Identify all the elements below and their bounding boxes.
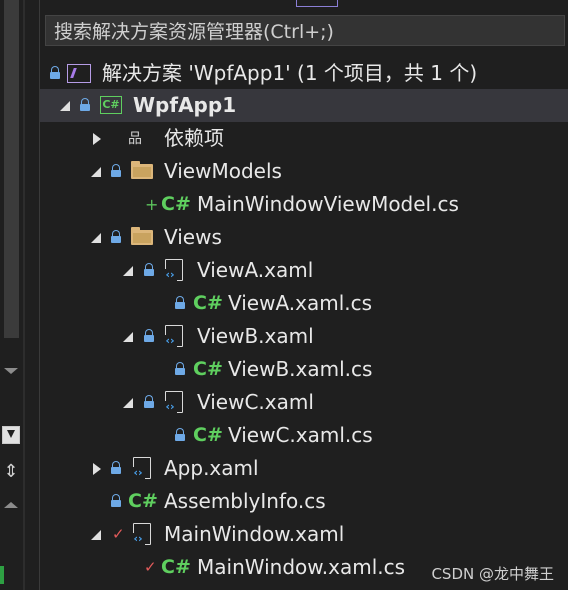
tree-item-solution[interactable]: 解决方案 'WpfApp1' (1 个项目，共 1 个) <box>40 57 568 90</box>
folder-icon <box>131 227 153 245</box>
expand-arrow-icon[interactable] <box>90 231 104 245</box>
lock-icon <box>175 428 185 441</box>
tree-item-file-app[interactable]: App.xaml <box>40 452 568 485</box>
tree-item-label: 依赖项 <box>164 126 224 150</box>
scrollbar-track[interactable] <box>4 0 19 338</box>
expand-arrow-icon[interactable] <box>122 396 136 410</box>
expand-arrow-icon[interactable] <box>90 132 104 146</box>
tree-item-label: ViewModels <box>164 159 282 183</box>
scroll-down-icon[interactable] <box>4 368 18 374</box>
xaml-file-icon <box>163 391 183 413</box>
collapse-box-icon[interactable] <box>2 426 20 444</box>
change-marker <box>0 566 4 584</box>
tree-item-label: ViewB.xaml <box>197 324 314 348</box>
tree-item-label: MainWindow.xaml <box>164 522 345 546</box>
tree-item-label: MainWindowViewModel.cs <box>197 192 459 216</box>
watermark: CSDN @龙中舞王 <box>431 565 554 583</box>
lock-icon <box>111 494 121 507</box>
csharp-file-icon: C# <box>161 193 191 215</box>
csharp-file-icon: C# <box>161 556 191 578</box>
tree-item-file-viewa-cs[interactable]: C# ViewA.xaml.cs <box>40 287 568 320</box>
tree-item-file-mainwindow[interactable]: ✓ MainWindow.xaml <box>40 518 568 551</box>
tree-item-folder-viewmodels[interactable]: ViewModels <box>40 155 568 188</box>
lock-icon <box>111 461 121 474</box>
added-icon: + <box>145 195 159 214</box>
tree-item-file-viewa[interactable]: ViewA.xaml <box>40 254 568 287</box>
tree-item-project[interactable]: C# WpfApp1 <box>40 89 568 122</box>
expand-arrow-icon[interactable] <box>90 462 104 476</box>
tree-item-file-viewb-cs[interactable]: C# ViewB.xaml.cs <box>40 353 568 386</box>
tree-item-label: 解决方案 'WpfApp1' (1 个项目，共 1 个) <box>102 61 478 85</box>
xaml-file-icon <box>131 457 151 479</box>
dependencies-icon: 品 <box>128 131 142 147</box>
lock-icon <box>111 230 121 243</box>
tree-item-file-viewc-cs[interactable]: C# ViewC.xaml.cs <box>40 419 568 452</box>
tree-item-folder-views[interactable]: Views <box>40 221 568 254</box>
scroll-up-icon[interactable] <box>4 502 18 508</box>
lock-icon <box>144 263 154 276</box>
tree-item-label: ViewA.xaml <box>197 258 314 282</box>
tab-indicator <box>296 0 338 7</box>
xaml-file-icon <box>163 259 183 281</box>
xaml-file-icon <box>131 523 151 545</box>
visual-studio-solution-icon <box>67 64 91 83</box>
lock-icon <box>175 362 185 375</box>
tree-item-dependencies[interactable]: 品 依赖项 <box>40 122 568 155</box>
lock-icon <box>144 329 154 342</box>
xaml-file-icon <box>163 325 183 347</box>
splitter-icon[interactable]: ⇕ <box>2 459 20 485</box>
tree-item-label: WpfApp1 <box>133 93 237 117</box>
csharp-file-icon: C# <box>128 490 158 512</box>
tree-item-file-viewc[interactable]: ViewC.xaml <box>40 386 568 419</box>
expand-arrow-icon[interactable] <box>90 165 104 179</box>
csharp-file-icon: C# <box>193 358 223 380</box>
tree-item-label: AssemblyInfo.cs <box>164 489 326 513</box>
lock-icon <box>50 66 60 79</box>
tree-item-label: ViewC.xaml <box>197 390 314 414</box>
csharp-file-icon: C# <box>193 424 223 446</box>
expand-arrow-icon[interactable] <box>122 330 136 344</box>
lock-icon <box>80 98 90 111</box>
tree-item-file-assemblyinfo[interactable]: C# AssemblyInfo.cs <box>40 485 568 518</box>
lock-icon <box>111 164 121 177</box>
panel-divider <box>23 0 25 590</box>
search-box[interactable] <box>45 15 565 47</box>
expand-arrow-icon[interactable] <box>90 528 104 542</box>
tree-item-file-mainwindowviewmodel[interactable]: + C# MainWindowViewModel.cs <box>40 188 568 221</box>
tree-item-label: App.xaml <box>164 456 259 480</box>
tree-item-label: MainWindow.xaml.cs <box>197 555 406 579</box>
tree-item-label: ViewA.xaml.cs <box>228 291 373 315</box>
lock-icon <box>175 296 185 309</box>
tree-item-label: ViewC.xaml.cs <box>228 423 373 447</box>
search-input[interactable] <box>54 16 554 47</box>
expand-arrow-icon[interactable] <box>59 99 73 113</box>
csharp-file-icon: C# <box>193 292 223 314</box>
editor-gutter: ⇕ <box>0 0 23 590</box>
lock-icon <box>144 395 154 408</box>
csharp-project-icon: C# <box>100 96 122 114</box>
tree-item-label: ViewB.xaml.cs <box>228 357 373 381</box>
modified-check-icon: ✓ <box>112 525 125 543</box>
tree-item-label: Views <box>164 225 222 249</box>
modified-check-icon: ✓ <box>144 558 157 576</box>
folder-icon <box>131 161 153 179</box>
tree-item-file-viewb[interactable]: ViewB.xaml <box>40 320 568 353</box>
expand-arrow-icon[interactable] <box>122 264 136 278</box>
